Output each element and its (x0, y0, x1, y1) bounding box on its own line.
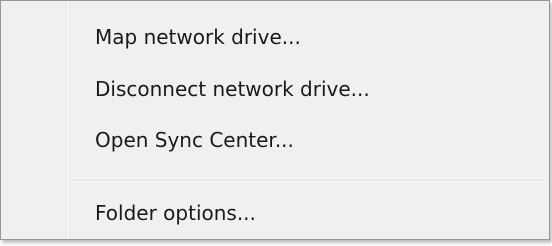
menu-item-label: Folder options... (95, 201, 256, 225)
menu-item-open-sync-center[interactable]: Open Sync Center... (3, 116, 547, 164)
menu-separator (71, 180, 545, 182)
menu-item-label: Open Sync Center... (95, 128, 294, 152)
context-menu: Map network drive... Disconnect network … (0, 0, 550, 240)
menu-item-folder-options[interactable]: Folder options... (3, 189, 547, 237)
menu-item-label: Map network drive... (95, 25, 301, 49)
menu-item-map-network-drive[interactable]: Map network drive... (3, 13, 547, 61)
menu-item-disconnect-network-drive[interactable]: Disconnect network drive... (3, 65, 547, 113)
menu-item-label: Disconnect network drive... (95, 77, 370, 101)
